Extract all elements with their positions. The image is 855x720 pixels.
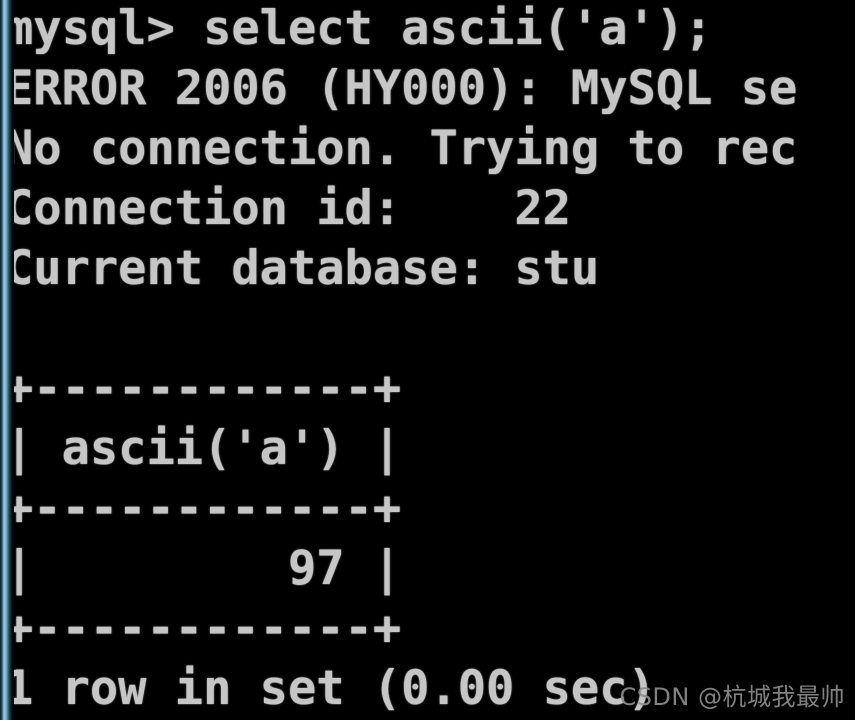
- table-value-row: | 97 |: [5, 541, 402, 596]
- table-border-top: +------------+: [5, 361, 402, 416]
- terminal-line-status: 1 row in set (0.00 sec): [5, 661, 656, 716]
- table-border-middle: +------------+: [5, 481, 402, 536]
- terminal-line-error: ERROR 2006 (HY000): MySQL se: [5, 61, 798, 116]
- table-header-row: | ascii('a') |: [5, 421, 402, 476]
- terminal-screenshot: mysql> select ascii('a'); ERROR 2006 (HY…: [0, 0, 855, 720]
- terminal-line-command: mysql> select ascii('a');: [5, 1, 713, 56]
- terminal-output-area[interactable]: mysql> select ascii('a'); ERROR 2006 (HY…: [0, 0, 855, 720]
- terminal-line-connection-id: Connection id: 22: [5, 181, 571, 236]
- terminal-line-current-database: Current database: stu: [5, 241, 600, 296]
- terminal-line-reconnect-notice: No connection. Trying to rec: [5, 121, 798, 176]
- window-left-edge-accent: [0, 0, 14, 720]
- table-border-bottom: +------------+: [5, 601, 402, 656]
- csdn-watermark: CSDN @杭城我最帅: [619, 683, 845, 711]
